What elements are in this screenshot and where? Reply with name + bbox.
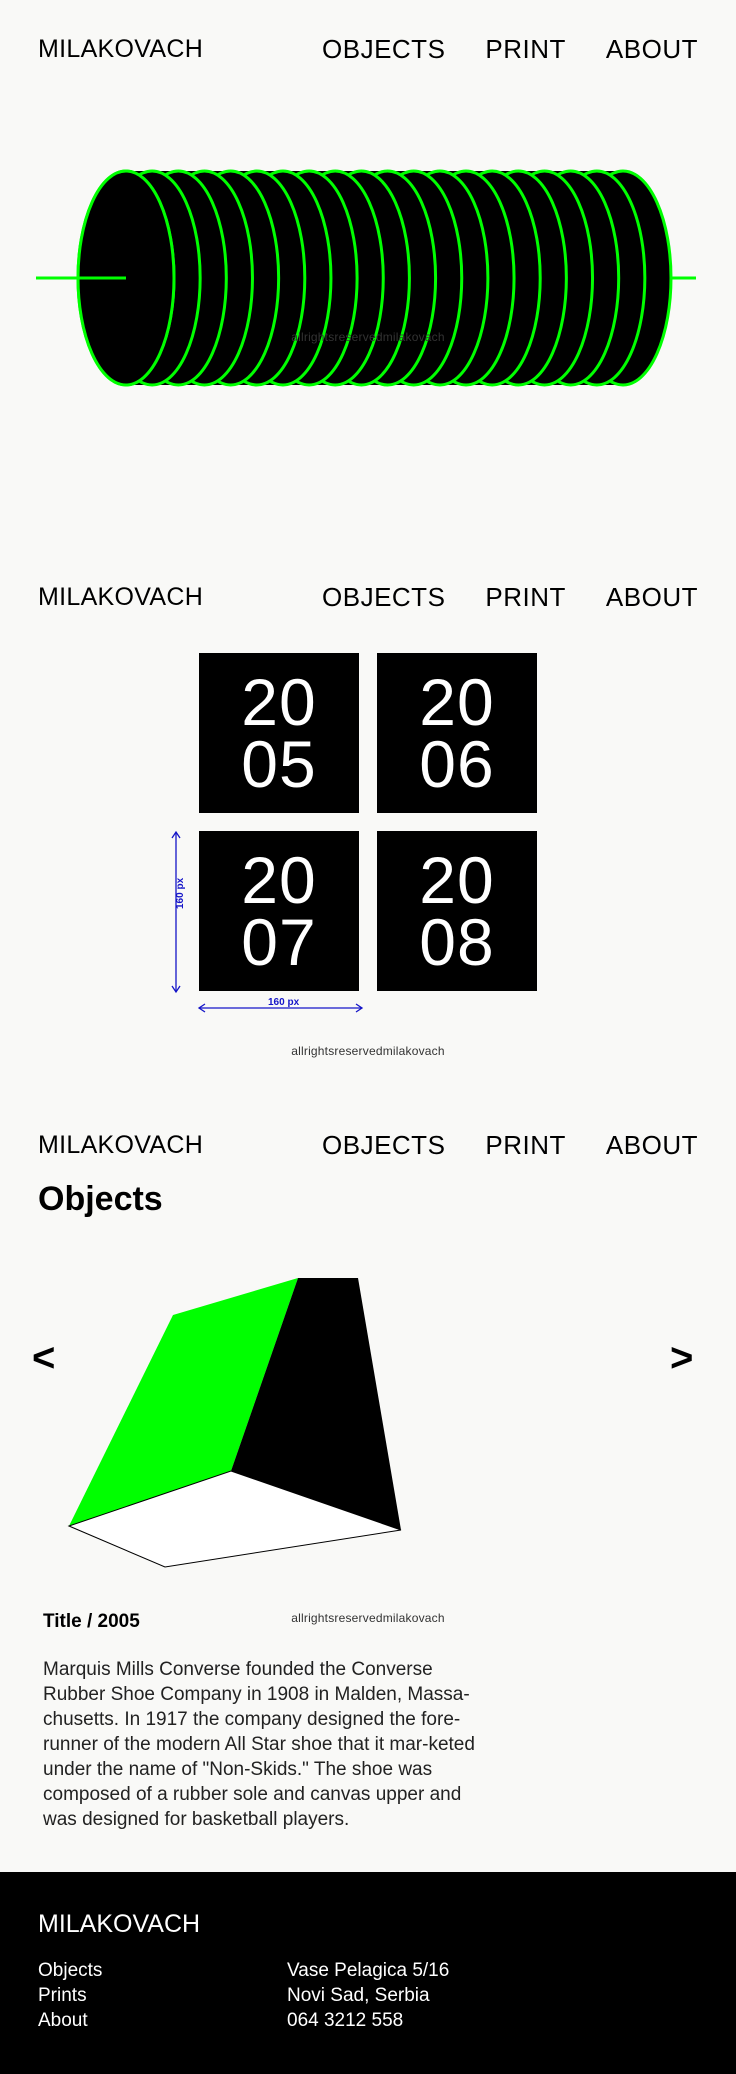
brand-logo[interactable]: MILAKOVACH xyxy=(38,1131,203,1160)
footer-link-objects[interactable]: Objects xyxy=(38,1958,102,1983)
height-dimension-label: 160 px xyxy=(175,877,186,909)
year-tile-bottom: 08 xyxy=(419,905,495,979)
nav-print[interactable]: PRINT xyxy=(485,34,566,65)
address-city: Novi Sad, Serbia xyxy=(287,1985,430,2006)
year-tile-top: 20 xyxy=(241,665,317,739)
dimension-guides xyxy=(171,830,364,1013)
nav-objects[interactable]: OBJECTS xyxy=(322,34,445,65)
footer-link-about[interactable]: About xyxy=(38,2008,102,2033)
main-nav: OBJECTS PRINT ABOUT xyxy=(322,34,698,65)
section-print: MILAKOVACH OBJECTS PRINT ABOUT 20 05 20 … xyxy=(0,548,736,1096)
nav-objects[interactable]: OBJECTS xyxy=(322,582,445,613)
main-nav: OBJECTS PRINT ABOUT xyxy=(322,1130,698,1161)
footer-links: Objects Prints About xyxy=(38,1958,102,2033)
year-tile-top: 20 xyxy=(419,665,495,739)
coil-illustration xyxy=(36,169,696,387)
footer-link-prints[interactable]: Prints xyxy=(38,1983,102,2008)
footer-brand[interactable]: MILAKOVACH xyxy=(38,1910,200,1939)
prev-arrow-button[interactable]: < xyxy=(32,1336,55,1381)
section-home: MILAKOVACH OBJECTS PRINT ABOUT allrights… xyxy=(0,0,736,548)
year-tile-bottom: 05 xyxy=(241,727,317,801)
nav-objects[interactable]: OBJECTS xyxy=(322,1130,445,1161)
year-tile-bottom: 06 xyxy=(419,727,495,801)
page-title: Objects xyxy=(38,1180,163,1218)
section-objects: MILAKOVACH OBJECTS PRINT ABOUT Objects <… xyxy=(0,1096,736,1872)
site-footer: MILAKOVACH Objects Prints About Vase Pel… xyxy=(0,1872,736,2074)
year-tile-2005[interactable]: 20 05 xyxy=(199,653,359,813)
year-tile-2008[interactable]: 20 08 xyxy=(377,831,537,991)
nav-print[interactable]: PRINT xyxy=(485,582,566,613)
site-header: MILAKOVACH OBJECTS PRINT ABOUT xyxy=(38,1128,698,1162)
brand-logo[interactable]: MILAKOVACH xyxy=(38,35,203,64)
nav-about[interactable]: ABOUT xyxy=(606,582,698,613)
year-tile-2006[interactable]: 20 06 xyxy=(377,653,537,813)
copyright-text: allrightsreservedmilakovach xyxy=(291,1611,445,1625)
year-tile-top: 20 xyxy=(419,843,495,917)
copyright-text: allrightsreservedmilakovach xyxy=(291,1044,445,1058)
object-illustration xyxy=(67,1278,402,1568)
address-phone: 064 3212 558 xyxy=(287,2010,404,2031)
brand-logo[interactable]: MILAKOVACH xyxy=(38,583,203,612)
nav-about[interactable]: ABOUT xyxy=(606,1130,698,1161)
site-header: MILAKOVACH OBJECTS PRINT ABOUT xyxy=(38,580,698,614)
site-header: MILAKOVACH OBJECTS PRINT ABOUT xyxy=(38,32,698,66)
address-street: Vase Pelagica 5/16 xyxy=(287,1960,450,1981)
width-dimension-label: 160 px xyxy=(268,997,300,1008)
nav-about[interactable]: ABOUT xyxy=(606,34,698,65)
object-description: Marquis Mills Converse founded the Conve… xyxy=(43,1659,475,1830)
footer-address: Vase Pelagica 5/16 Novi Sad, Serbia 064 … xyxy=(287,1958,449,2033)
copyright-text: allrightsreservedmilakovach xyxy=(291,330,445,344)
nav-print[interactable]: PRINT xyxy=(485,1130,566,1161)
main-nav: OBJECTS PRINT ABOUT xyxy=(322,582,698,613)
next-arrow-button[interactable]: > xyxy=(670,1336,693,1381)
